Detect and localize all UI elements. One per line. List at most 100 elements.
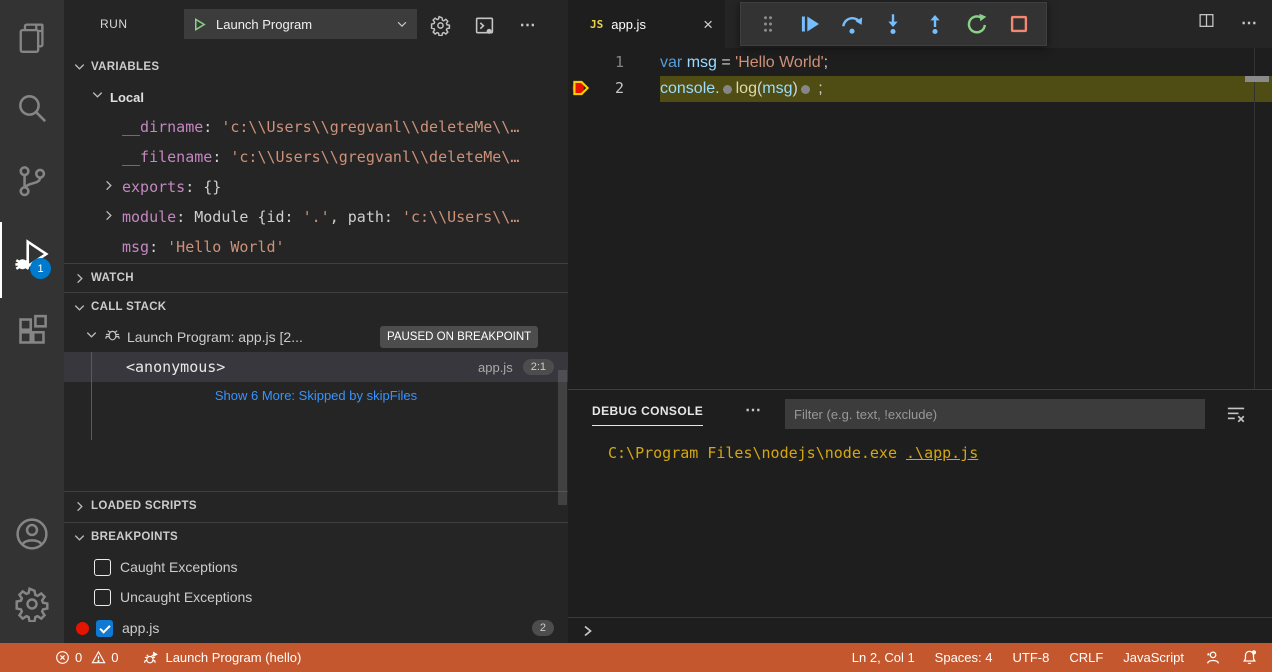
breakpoint-row[interactable]: Uncaught Exceptions <box>64 582 568 612</box>
toolbar-drag-grip[interactable] <box>753 9 783 39</box>
chevron-down-icon <box>90 87 105 107</box>
chevron-right-icon <box>101 208 116 227</box>
call-stack-session-row[interactable]: Launch Program: app.js [2... PAUSED ON B… <box>64 322 568 352</box>
run-debug-sidebar: RUN Launch Program ⋯ VARIABLES <box>64 0 568 643</box>
explorer-icon[interactable] <box>0 12 64 64</box>
breakpoint-label: app.js <box>122 620 159 636</box>
extensions-icon[interactable] <box>0 305 64 357</box>
breakpoint-label: Caught Exceptions <box>120 559 238 575</box>
line-number: 2 <box>568 79 624 97</box>
code-editor[interactable]: 1 2 var msg = 'Hello World'; console.log… <box>568 48 1272 389</box>
split-editor-icon[interactable] <box>1198 12 1215 34</box>
account-icon[interactable] <box>0 508 64 560</box>
launch-config-dropdown[interactable]: Launch Program <box>184 9 417 39</box>
open-launch-json-gear-icon[interactable] <box>428 13 452 37</box>
feedback-icon[interactable] <box>1204 649 1221 666</box>
search-icon[interactable] <box>0 82 64 134</box>
breakpoint-row[interactable]: Caught Exceptions <box>64 552 568 582</box>
variable-row-dirname[interactable]: __dirname: 'c:\\Users\\gregvanl\\deleteM… <box>64 112 568 142</box>
source-control-icon[interactable] <box>0 155 64 207</box>
chevron-down-icon <box>72 59 87 74</box>
debug-count-badge: 1 <box>30 258 51 279</box>
scrollbar-marker[interactable] <box>1245 76 1269 82</box>
breakpoints-section-header[interactable]: BREAKPOINTS <box>64 522 568 551</box>
scope-row-local[interactable]: Local <box>64 82 568 112</box>
sidebar-title: RUN <box>100 17 128 31</box>
close-tab-icon[interactable]: × <box>703 16 713 33</box>
code-line-2: console.log(msg) ; <box>660 76 823 102</box>
checkbox[interactable] <box>94 559 111 576</box>
language-mode[interactable]: JavaScript <box>1123 650 1184 665</box>
clear-console-icon[interactable] <box>1226 404 1246 429</box>
console-input-row[interactable] <box>568 617 1272 644</box>
breakpoint-label: Uncaught Exceptions <box>120 589 252 605</box>
activity-bar: 1 <box>0 0 64 643</box>
tab-appjs[interactable]: JS app.js × <box>568 0 725 48</box>
inline-breakpoint-dot-icon[interactable] <box>801 85 810 94</box>
variable-row-filename[interactable]: __filename: 'c:\\Users\\gregvanl\\delete… <box>64 142 568 172</box>
watch-section-header[interactable]: WATCH <box>64 263 568 292</box>
debug-console-panel-icon[interactable] <box>472 13 496 37</box>
variables-section-header[interactable]: VARIABLES <box>64 52 568 81</box>
cursor-position[interactable]: Ln 2, Col 1 <box>852 650 915 665</box>
continue-icon[interactable] <box>795 9 825 39</box>
launch-config-label: Launch Program <box>216 17 395 32</box>
editor-more-actions-icon[interactable]: ⋯ <box>1241 13 1258 33</box>
debug-toolbar <box>740 2 1047 46</box>
problems-indicator[interactable]: 0 0 <box>55 650 118 665</box>
breakpoint-count-badge: 2 <box>532 620 554 636</box>
chevron-right-icon <box>101 178 116 197</box>
breakpoint-row[interactable]: app.js 2 <box>64 613 568 643</box>
bug-icon <box>104 326 121 348</box>
run-and-debug-icon[interactable]: 1 <box>0 228 64 280</box>
start-debug-icon <box>192 17 207 32</box>
filter-placeholder: Filter (e.g. text, !exclude) <box>794 407 937 422</box>
chevron-right-icon <box>72 271 87 286</box>
console-output-line[interactable]: C:\Program Files\nodejs\node.exe .\app.j… <box>608 442 978 464</box>
variable-row-module[interactable]: module: Module {id: '.', path: 'c:\\User… <box>64 202 568 232</box>
chevron-down-icon <box>395 17 409 31</box>
chevron-down-icon <box>84 327 99 347</box>
status-bar: 0 0 Launch Program (hello) Ln 2, Col 1 S… <box>0 643 1272 672</box>
loaded-scripts-section-header[interactable]: LOADED SCRIPTS <box>64 491 568 520</box>
frame-file-label: app.js <box>478 360 513 375</box>
indentation[interactable]: Spaces: 4 <box>935 650 993 665</box>
sidebar-scrollbar[interactable] <box>558 370 567 505</box>
call-stack-frame-row[interactable]: <anonymous> app.js 2:1 <box>64 352 568 382</box>
console-filter-input[interactable]: Filter (e.g. text, !exclude) <box>785 399 1205 429</box>
chevron-right-icon <box>72 499 87 514</box>
step-out-icon[interactable] <box>920 9 950 39</box>
warning-icon <box>91 650 106 665</box>
notifications-bell-icon[interactable] <box>1241 649 1258 666</box>
editor-group: JS app.js × ⋯ <box>568 0 1272 643</box>
debug-console-panel: DEBUG CONSOLE ⋯ Filter (e.g. text, !excl… <box>568 389 1272 643</box>
debug-session-indicator[interactable]: Launch Program (hello) <box>143 649 301 666</box>
settings-gear-icon[interactable] <box>0 578 64 630</box>
panel-more-actions-icon[interactable]: ⋯ <box>745 400 762 420</box>
views-more-actions-icon[interactable]: ⋯ <box>516 13 540 37</box>
tab-debug-console[interactable]: DEBUG CONSOLE <box>592 404 703 426</box>
paused-on-breakpoint-badge: PAUSED ON BREAKPOINT <box>380 326 538 348</box>
eol-sequence[interactable]: CRLF <box>1069 650 1103 665</box>
checkbox[interactable] <box>96 620 113 637</box>
frame-position-badge: 2:1 <box>523 359 554 375</box>
call-stack-section-header[interactable]: CALL STACK <box>64 292 568 321</box>
javascript-file-icon: JS <box>590 18 603 31</box>
step-into-icon[interactable] <box>878 9 908 39</box>
checkbox[interactable] <box>94 589 111 606</box>
encoding[interactable]: UTF-8 <box>1013 650 1050 665</box>
console-prompt-chevron-icon <box>580 623 596 639</box>
variable-row-exports[interactable]: exports: {} <box>64 172 568 202</box>
stop-icon[interactable] <box>1004 9 1034 39</box>
error-icon <box>55 650 70 665</box>
code-line-1: var msg = 'Hello World'; <box>660 50 828 76</box>
restart-icon[interactable] <box>962 9 992 39</box>
show-more-frames-link[interactable]: Show 6 More: Skipped by skipFiles <box>64 382 568 408</box>
line-number: 1 <box>568 53 624 71</box>
debug-bug-icon <box>143 649 160 666</box>
tree-indent-guide <box>91 352 92 440</box>
chevron-down-icon <box>72 300 87 315</box>
variable-row-msg[interactable]: msg: 'Hello World' <box>64 232 568 262</box>
inline-breakpoint-dot-icon[interactable] <box>723 85 732 94</box>
step-over-icon[interactable] <box>837 9 867 39</box>
